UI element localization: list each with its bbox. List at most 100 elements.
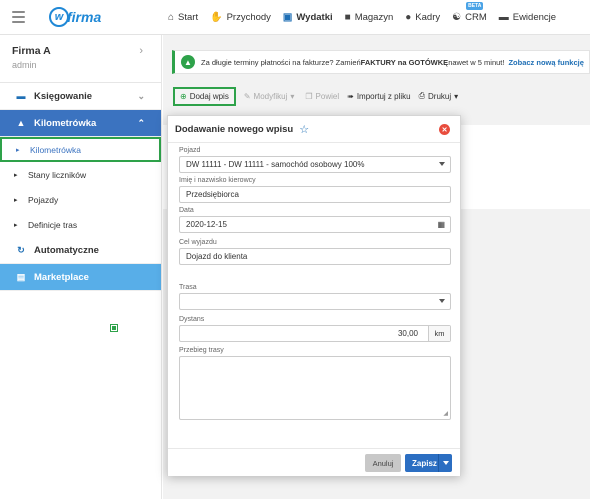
driver-value: Przedsiębiorca [186, 190, 239, 199]
chevron-right-icon: › [139, 45, 143, 57]
nav-crm[interactable]: ☯ CRM BETA [452, 0, 487, 35]
resize-grip-icon[interactable]: ◢ [443, 410, 448, 417]
print-label: Drukuj [428, 91, 452, 101]
sidebar-subitem-definicje-tras[interactable]: ▸ Definicje tras [0, 212, 161, 237]
course-field: Przebieg trasy ◢ [179, 347, 451, 420]
close-icon[interactable]: ✕ [439, 124, 450, 135]
add-entry-label: Dodaj wpis [189, 91, 229, 101]
road-icon: ▲ [16, 118, 26, 128]
nav-kadry[interactable]: ● Kadry [405, 0, 440, 35]
distance-input[interactable]: 30,00 km [179, 325, 451, 342]
caret-down-icon [439, 162, 445, 166]
sidebar-item-marketplace[interactable]: ▤ Marketplace [0, 264, 161, 291]
modify-label: Modyfikuj [253, 91, 288, 101]
logo-text: firma [67, 9, 102, 25]
sidebar-item-label: Kilometrówka [34, 117, 97, 129]
nav-start[interactable]: ⌂ Start [168, 0, 198, 35]
import-label: Importuj z pliku [356, 91, 411, 101]
logo[interactable]: w firma [49, 7, 101, 27]
top-nav: ⌂ Start ✋ Przychody ▣ Wydatki ■ Magazyn ● Kad… [168, 0, 568, 35]
nav-label: Przychody [226, 12, 271, 23]
sidebar-subitem-kilometrowka[interactable]: ▸ Kilometrówka [0, 137, 161, 162]
route-label: Trasa [179, 284, 197, 291]
caret-right-icon: ▸ [14, 171, 18, 179]
user-name: admin [12, 60, 37, 70]
nav-label: Magazyn [354, 12, 394, 23]
caret-down-icon: ▾ [454, 91, 459, 101]
purpose-label: Cel wyjazdu [179, 239, 217, 246]
date-input[interactable]: 2020-12-15 ▦ [179, 216, 451, 233]
nav-label: Ewidencje [512, 12, 557, 23]
driver-field: Imię i nazwisko kierowcy Przedsiębiorca [179, 177, 451, 203]
notice-bold: FAKTURY na GOTÓWKĘ [360, 57, 449, 67]
refresh-icon: ↻ [17, 244, 25, 255]
hand-coins-icon: ✋ [210, 12, 223, 23]
sidebar-item-kilometrowka[interactable]: ▲ Kilometrówka ⌃ [0, 110, 161, 137]
notice-link[interactable]: Zobacz nową funkcję [508, 58, 583, 67]
date-label: Data [179, 207, 194, 214]
driver-input[interactable]: Przedsiębiorca [179, 186, 451, 203]
purpose-value: Dojazd do klienta [186, 252, 248, 261]
course-label: Przebieg trasy [179, 347, 224, 354]
sidebar-item-label: Marketplace [34, 271, 89, 283]
save-button[interactable]: Zapisz [405, 454, 452, 472]
sidebar-subitem-stany-licznikow[interactable]: ▸ Stany liczników [0, 162, 161, 187]
chevron-down-icon: ⌄ [137, 90, 145, 101]
company-name: Firma A [12, 45, 51, 57]
nav-label: CRM [465, 12, 487, 23]
cart-icon: ▤ [16, 271, 26, 282]
add-entry-modal: Dodawanie nowego wpisu ☆ ✕ Pojazd DW 111… [167, 115, 461, 476]
nav-magazyn[interactable]: ■ Magazyn [345, 0, 394, 35]
chevron-up-icon: ⌃ [137, 117, 145, 128]
minus-square-icon: ▬ [16, 91, 26, 101]
calendar-icon[interactable]: ▦ [437, 220, 445, 229]
modal-title: Dodawanie nowego wpisu [175, 123, 294, 135]
date-value: 2020-12-15 [186, 220, 227, 229]
cancel-button[interactable]: Anuluj [365, 454, 401, 472]
caret-down-icon [439, 299, 445, 303]
folder-icon: ▬ [498, 12, 509, 23]
handshake-icon: ☯ [452, 12, 462, 23]
route-select[interactable] [179, 293, 451, 310]
purpose-input[interactable]: Dojazd do klienta [179, 248, 451, 265]
vehicle-value: DW 11111 - DW 11111 - samochód osobowy 1… [186, 160, 365, 169]
nav-label: Start [178, 12, 199, 23]
add-entry-button[interactable]: ⊕ Dodaj wpis [173, 86, 236, 106]
star-icon[interactable]: ☆ [299, 123, 309, 136]
hamburger-menu-icon[interactable] [12, 11, 25, 23]
modal-footer: Anuluj Zapisz [168, 448, 460, 476]
caret-right-icon: ▸ [16, 146, 20, 154]
sign-in-icon: ➠ [347, 91, 354, 101]
nav-label: Wydatki [296, 12, 333, 23]
promo-icon: ▲ [181, 55, 195, 69]
sidebar-item-automatyczne[interactable]: ↻ Automatyczne [0, 237, 161, 264]
repeat-button[interactable]: ❐ Powiel [305, 87, 339, 105]
nav-przychody[interactable]: ✋ Przychody [210, 0, 271, 35]
copy-icon: ❐ [305, 91, 313, 101]
distance-label: Dystans [179, 316, 205, 323]
sidebar-item-ksiegowanie[interactable]: ▬ Księgowanie ⌄ [0, 83, 161, 110]
save-label: Zapisz [412, 458, 437, 468]
print-button[interactable]: ⎙ Drukuj ▾ [419, 87, 462, 105]
company-switcher[interactable]: Firma A admin › [0, 35, 161, 83]
caret-right-icon: ▸ [14, 196, 18, 204]
vehicle-select[interactable]: DW 11111 - DW 11111 - samochód osobowy 1… [179, 156, 451, 173]
save-dropdown-toggle[interactable] [438, 454, 452, 472]
caret-down-icon [442, 461, 449, 465]
sidebar-subitem-label: Kilometrówka [30, 144, 82, 155]
sidebar-subitem-label: Pojazdy [28, 194, 59, 205]
import-button[interactable]: ➠ Importuj z pliku [347, 87, 411, 105]
modify-button[interactable]: ✎ Modyfikuj ▾ [244, 87, 298, 105]
vehicle-field: Pojazd DW 11111 - DW 11111 - samochód os… [179, 147, 451, 173]
wallet-icon: ▣ [282, 12, 293, 23]
sidebar-subitem-pojazdy[interactable]: ▸ Pojazdy [0, 187, 161, 212]
route-field: Trasa [179, 284, 451, 310]
driver-label: Imię i nazwisko kierowcy [179, 177, 256, 184]
sidebar-subitem-label: Definicje tras [28, 219, 78, 230]
nav-wydatki[interactable]: ▣ Wydatki [283, 0, 333, 35]
notice-text: Za długie terminy płatności na fakturze?… [201, 57, 361, 67]
nav-ewidencje[interactable]: ▬ Ewidencje [499, 0, 556, 35]
course-textarea[interactable]: ◢ [179, 356, 451, 420]
vehicle-label: Pojazd [179, 147, 201, 154]
focus-marker [110, 324, 118, 332]
